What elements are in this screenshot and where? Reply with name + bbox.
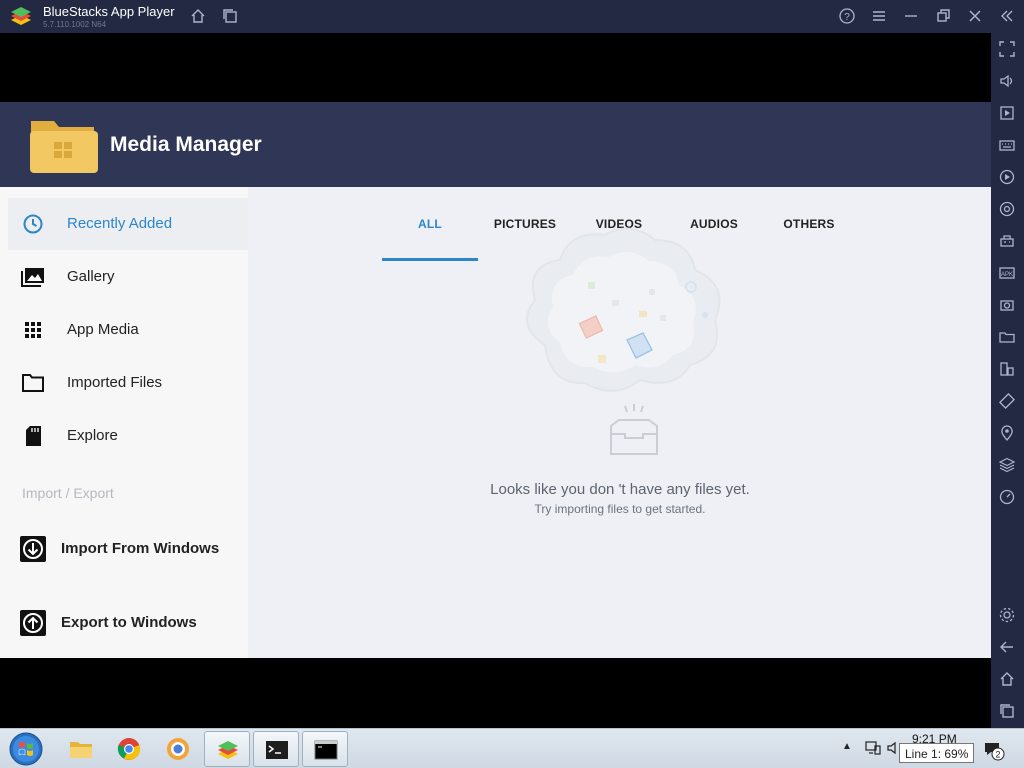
multi-instance-icon[interactable] xyxy=(221,7,239,25)
side-toolbar: APK xyxy=(991,33,1024,728)
nav-imported-files[interactable]: Imported Files xyxy=(8,357,248,409)
nav-explore[interactable]: Explore xyxy=(8,410,248,462)
active-tab-indicator xyxy=(382,258,478,261)
nav-label: Explore xyxy=(67,427,118,444)
fullscreen-icon[interactable] xyxy=(998,40,1016,58)
app-title: Media Manager xyxy=(110,133,262,156)
notification-count: 2 xyxy=(995,750,1000,760)
rotate-icon[interactable] xyxy=(998,392,1016,410)
bluestacks-logo-icon xyxy=(9,6,33,28)
nav-app-media[interactable]: App Media xyxy=(8,304,248,356)
export-label: Export to Windows xyxy=(61,614,197,631)
keyboard-icon[interactable] xyxy=(998,136,1016,154)
empty-state-title: Looks like you don 't have any files yet… xyxy=(490,481,750,498)
nav-label: Gallery xyxy=(67,268,115,285)
import-export-section-label: Import / Export xyxy=(22,485,114,501)
left-navigation: Recently Added Gallery App Media Importe… xyxy=(0,187,248,658)
game-controls-icon[interactable] xyxy=(998,232,1016,250)
nav-label: App Media xyxy=(67,321,139,338)
restore-icon[interactable] xyxy=(934,7,952,25)
export-to-windows-button[interactable]: Export to Windows xyxy=(8,602,248,642)
chromium-icon xyxy=(167,738,189,760)
layers-icon[interactable] xyxy=(998,456,1016,474)
tab-label: ALL xyxy=(418,217,442,231)
nav-label: Imported Files xyxy=(67,374,163,391)
empty-state-subtitle: Try importing files to get started. xyxy=(534,502,706,516)
media-manager-app: Media Manager Recently Added Gallery App… xyxy=(0,102,991,658)
folder-icon[interactable] xyxy=(998,328,1016,346)
minimize-icon[interactable] xyxy=(902,7,920,25)
svg-text:?: ? xyxy=(844,12,850,23)
taskbar-browser[interactable] xyxy=(155,731,201,767)
multi-window-icon[interactable] xyxy=(998,360,1016,378)
app-header: Media Manager xyxy=(0,102,991,187)
command-prompt-icon xyxy=(314,740,338,760)
import-icon xyxy=(20,536,46,562)
menu-icon[interactable] xyxy=(870,7,888,25)
tab-others[interactable]: OTHERS xyxy=(761,187,857,261)
windows-taskbar: ▲ 9:21 PM xyxy=(0,728,1024,768)
eco-mode-icon[interactable] xyxy=(998,488,1016,506)
taskbar-chrome[interactable] xyxy=(106,731,152,767)
folder-outline-icon xyxy=(21,372,45,394)
file-explorer-icon xyxy=(70,742,92,758)
letterbox-top xyxy=(0,33,991,102)
import-from-windows-button[interactable]: Import From Windows xyxy=(8,528,248,568)
screenshot-icon[interactable] xyxy=(998,296,1016,314)
letterbox-bottom xyxy=(0,658,991,728)
media-folder-icon xyxy=(28,115,98,175)
sync-icon[interactable] xyxy=(998,200,1016,218)
location-icon[interactable] xyxy=(998,424,1016,442)
action-center-icon[interactable]: 2 xyxy=(983,739,1005,761)
macro-icon[interactable] xyxy=(998,168,1016,186)
window-version: 5.7.110.1002 N64 xyxy=(43,20,107,29)
collapse-sidebar-icon[interactable] xyxy=(998,7,1016,25)
media-icon[interactable] xyxy=(998,104,1016,122)
taskbar-bluestacks[interactable] xyxy=(204,731,250,767)
settings-icon[interactable] xyxy=(998,606,1016,624)
empty-inbox-icon xyxy=(599,400,669,460)
clock-icon xyxy=(21,213,45,235)
volume-icon[interactable] xyxy=(998,72,1016,90)
grid-icon xyxy=(21,319,45,341)
network-icon[interactable] xyxy=(864,739,882,757)
home-icon[interactable] xyxy=(189,7,207,25)
taskbar-cmd[interactable] xyxy=(302,731,348,767)
title-bar: BlueStacks App Player 5.7.110.1002 N64 ? xyxy=(0,0,1024,33)
bluestacks-icon xyxy=(218,741,238,759)
taskbar-explorer[interactable] xyxy=(58,731,104,767)
chrome-icon xyxy=(117,738,141,760)
nav-recently-added[interactable]: Recently Added xyxy=(8,198,248,250)
window-title: BlueStacks App Player xyxy=(43,4,175,19)
svg-text:APK: APK xyxy=(1001,272,1013,278)
screen: BlueStacks App Player 5.7.110.1002 N64 ? xyxy=(0,0,1024,768)
import-label: Import From Windows xyxy=(61,540,220,557)
gallery-icon xyxy=(21,266,45,288)
recent-apps-icon[interactable] xyxy=(998,702,1016,720)
help-icon[interactable]: ? xyxy=(838,7,856,25)
show-hidden-icons[interactable]: ▲ xyxy=(842,741,852,752)
tab-all[interactable]: ALL xyxy=(382,187,478,261)
nav-gallery[interactable]: Gallery xyxy=(8,251,248,303)
apk-icon[interactable]: APK xyxy=(998,264,1016,282)
start-button[interactable] xyxy=(6,730,46,768)
close-icon[interactable] xyxy=(966,7,984,25)
back-icon[interactable] xyxy=(998,638,1016,656)
sd-card-icon xyxy=(21,425,45,447)
android-home-icon[interactable] xyxy=(998,670,1016,688)
empty-cloud-illustration xyxy=(505,215,735,415)
volume-tooltip: Line 1: 69% xyxy=(899,743,975,763)
terminal-icon xyxy=(266,741,288,759)
taskbar-terminal[interactable] xyxy=(253,731,299,767)
nav-label: Recently Added xyxy=(67,215,173,232)
export-icon xyxy=(20,610,46,636)
tab-label: OTHERS xyxy=(783,217,835,231)
